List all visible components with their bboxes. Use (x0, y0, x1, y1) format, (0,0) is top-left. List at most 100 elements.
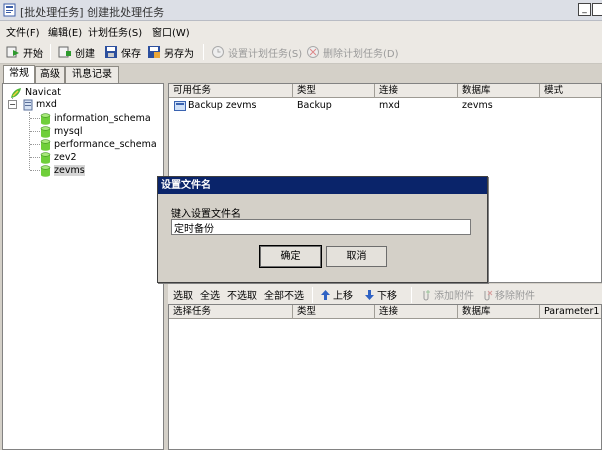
tab-general[interactable]: 常规 (3, 65, 35, 83)
ok-button[interactable]: 确定 (259, 245, 322, 268)
start-label: 开始 (23, 48, 43, 60)
menu-bar: 文件(F) 编辑(E) 计划任务(S) 窗口(W) (0, 21, 602, 40)
deselect-button[interactable]: 不选取 (227, 287, 257, 302)
tree-db-label: performance_schema (54, 139, 157, 150)
tree-line (29, 112, 30, 170)
column-header-selected-task[interactable]: 选择任务 (169, 305, 293, 319)
tree-line (30, 131, 40, 132)
column-header-database[interactable]: 数据库 (458, 84, 540, 98)
move-down-label: 下移 (377, 291, 397, 302)
tab-advanced[interactable]: 高级 (35, 66, 65, 83)
add-attachment-icon (423, 289, 430, 300)
remove-attachment-icon (484, 290, 493, 300)
tree-expander-mxd[interactable]: − (8, 100, 17, 109)
cell-connection: mxd (379, 100, 400, 111)
maximize-button[interactable] (592, 3, 602, 16)
column-header-connection[interactable]: 连接 (375, 84, 458, 98)
start-button[interactable]: 开始 (6, 44, 43, 60)
arrow-up-icon (321, 289, 330, 300)
column-header-type[interactable]: 类型 (293, 84, 375, 98)
delete-scheduled-task-label: 删除计划任务(D) (323, 48, 399, 60)
clock-delete-icon (307, 46, 319, 58)
move-up-label: 上移 (333, 291, 353, 302)
save-as-label: 另存为 (164, 48, 194, 60)
tree-line (30, 118, 40, 119)
save-label: 保存 (121, 48, 141, 60)
database-icon (40, 112, 51, 125)
database-icon (40, 125, 51, 138)
add-attachment-label: 添加附件 (434, 291, 474, 302)
tree-db-performance-schema[interactable]: performance_schema (40, 138, 157, 151)
selected-tasks-header: 选择任务 类型 连接 数据库 Parameter1 (169, 305, 601, 319)
main-toolbar: 开始 创建 保存 另存为 设置计划任务(S) 删除计划任务(D) (0, 40, 602, 64)
select-all-button[interactable]: 全选 (200, 287, 220, 302)
tree-db-zevms[interactable]: zevms (40, 164, 85, 177)
tree-connection-mxd[interactable]: mxd (23, 98, 57, 111)
column-header-type[interactable]: 类型 (293, 305, 375, 319)
minimize-button[interactable]: _ (578, 3, 591, 16)
tree-db-label: mysql (54, 126, 83, 137)
set-scheduled-task-button[interactable]: 设置计划任务(S) (211, 44, 302, 60)
tree-line (30, 144, 40, 145)
set-scheduled-task-label: 设置计划任务(S) (228, 48, 303, 60)
database-icon (40, 151, 51, 164)
tree-db-mysql[interactable]: mysql (40, 125, 83, 138)
tree-db-information-schema[interactable]: information_schema (40, 112, 151, 125)
available-tasks-header: 可用任务 类型 连接 数据库 模式 (169, 84, 601, 98)
start-icon (6, 46, 19, 58)
toolbar-separator (203, 44, 204, 60)
column-header-mode[interactable]: 模式 (540, 84, 602, 98)
database-icon (40, 138, 51, 151)
column-header-connection[interactable]: 连接 (375, 305, 458, 319)
column-header-database[interactable]: 数据库 (458, 305, 540, 319)
toolbar-separator (411, 287, 412, 303)
menu-file[interactable]: 文件(F) (6, 24, 40, 39)
cell-type: Backup (297, 100, 332, 111)
create-label: 创建 (75, 48, 95, 60)
tree-connection-label: mxd (36, 99, 57, 110)
tree-db-label: zev2 (54, 152, 77, 163)
cell-database: zevms (462, 100, 493, 111)
remove-attachment-label: 移除附件 (495, 291, 535, 302)
connection-icon (23, 99, 33, 110)
clock-icon (212, 46, 224, 58)
save-as-button[interactable]: 另存为 (147, 44, 194, 60)
create-button[interactable]: 创建 (58, 44, 95, 60)
move-down-button[interactable]: 下移 (364, 287, 397, 302)
dialog-title: 设置文件名 (158, 177, 487, 194)
remove-attachment-button[interactable]: 移除附件 (481, 287, 535, 302)
toolbar-separator (312, 287, 313, 303)
column-header-task[interactable]: 可用任务 (169, 84, 293, 98)
set-filename-dialog: 设置文件名 键入设置文件名 确定 取消 (157, 176, 488, 283)
tree-db-label: information_schema (54, 113, 151, 124)
column-header-parameter1[interactable]: Parameter1 (540, 305, 602, 319)
save-button[interactable]: 保存 (104, 44, 141, 60)
deselect-all-button[interactable]: 全部不选 (264, 287, 304, 302)
tree-db-zev2[interactable]: zev2 (40, 151, 77, 164)
menu-edit[interactable]: 编辑(E) (48, 24, 82, 39)
menu-scheduled-tasks[interactable]: 计划任务(S) (88, 24, 142, 39)
cancel-button[interactable]: 取消 (326, 246, 387, 267)
database-icon (40, 164, 51, 177)
cell-task: Backup zevms (188, 100, 257, 111)
move-up-button[interactable]: 上移 (320, 287, 353, 302)
tree-line (30, 170, 40, 171)
arrow-down-icon (365, 289, 374, 300)
select-button[interactable]: 选取 (173, 287, 193, 302)
menu-window[interactable]: 窗口(W) (152, 24, 190, 39)
app-icon (3, 3, 16, 17)
table-row[interactable]: Backup zevms Backup mxd zevms (169, 100, 601, 113)
filename-input[interactable] (171, 219, 471, 235)
tab-message-log[interactable]: 讯息记录 (65, 66, 119, 83)
delete-scheduled-task-button[interactable]: 删除计划任务(D) (306, 44, 399, 60)
navicat-icon (11, 87, 21, 98)
add-attachment-button[interactable]: 添加附件 (420, 287, 474, 302)
create-icon (58, 46, 71, 58)
tree-line (30, 157, 40, 158)
tab-bar: 常规 高级 讯息记录 (0, 65, 170, 83)
connection-tree: Navicat − mxd information_schema mysql p… (2, 83, 164, 450)
window-titlebar: [批处理任务] 创建批处理任务 _ (0, 0, 602, 21)
tree-root-label: Navicat (25, 87, 61, 98)
window-title: [批处理任务] 创建批处理任务 (20, 6, 165, 19)
save-icon (105, 46, 117, 58)
